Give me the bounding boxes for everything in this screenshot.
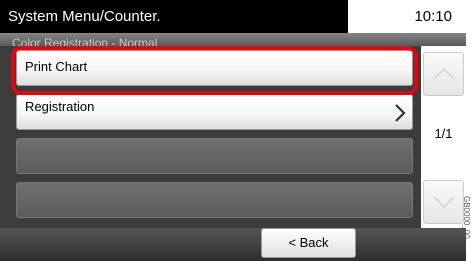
chevron-up-icon [433, 67, 455, 80]
scroll-down-button[interactable] [423, 180, 464, 224]
menu-item-label: Print Chart [25, 59, 88, 74]
menu-item-registration[interactable]: Registration [16, 94, 413, 130]
empty-row [16, 138, 413, 174]
status-bar: System Menu/Counter. 10:10 [0, 0, 466, 33]
scroll-up-button[interactable] [423, 52, 464, 96]
page-indicator: 1/1 [434, 126, 453, 141]
scroll-panel: 1/1 [421, 46, 466, 228]
menu-item-label: Registration [25, 99, 95, 114]
chevron-right-icon [395, 104, 406, 122]
chevron-down-icon [433, 196, 455, 209]
status-clock: 10:10 [414, 8, 452, 25]
figure-code: GB0000_00 [462, 196, 471, 239]
status-title: System Menu/Counter. [0, 0, 348, 33]
menu-item-print-chart[interactable]: Print Chart [16, 50, 413, 86]
empty-row [16, 182, 413, 218]
back-button[interactable]: < Back [261, 228, 356, 258]
screen-title: Color Registration - Normal [0, 33, 466, 46]
bottom-bar: < Back [0, 228, 466, 261]
panel-screen: System Menu/Counter. 10:10 Color Registr… [0, 0, 466, 261]
menu-list: Print Chart Registration [16, 46, 413, 228]
